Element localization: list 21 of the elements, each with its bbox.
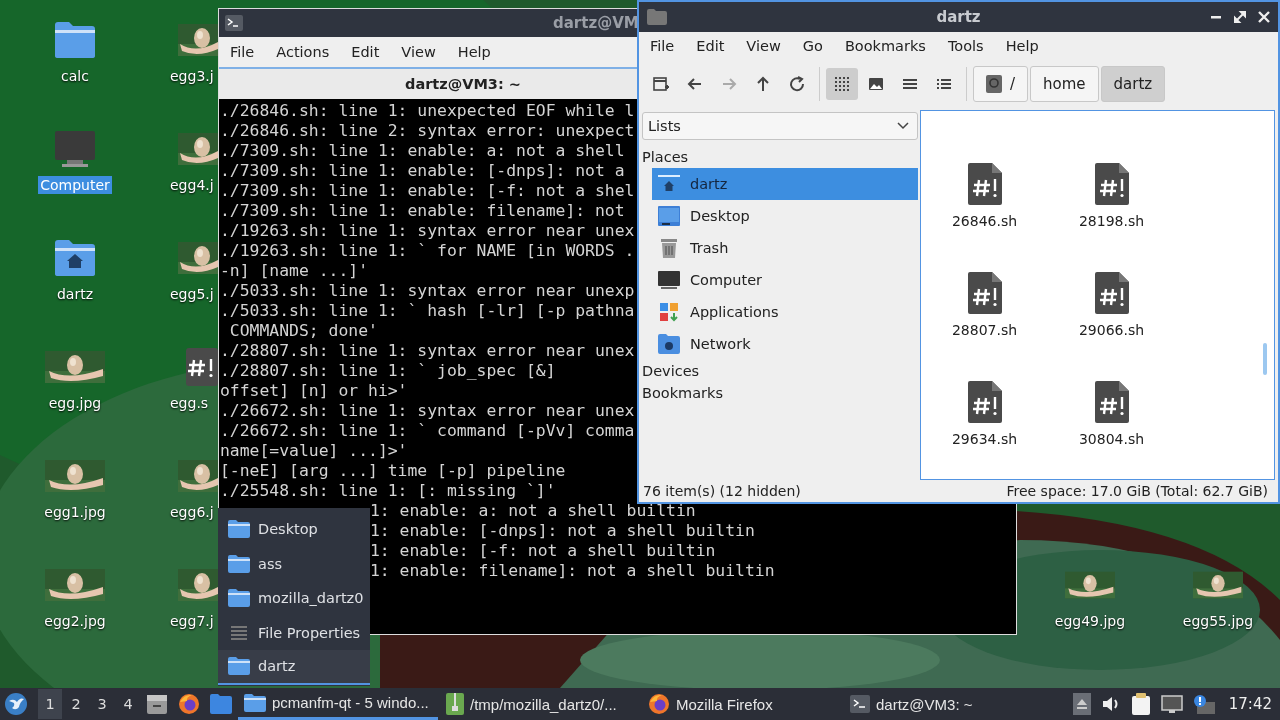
workspace-button[interactable]: 4 [116, 689, 140, 719]
task-button[interactable]: pcmanfm-qt - 5 windo... [238, 688, 438, 720]
workspace-button[interactable]: 2 [64, 689, 88, 719]
task-button[interactable]: /tmp/mozilla_dartz0/... [440, 688, 640, 720]
network-icon[interactable] [1160, 694, 1183, 714]
clock[interactable]: 17:42 [1228, 695, 1272, 713]
terminal-icon [850, 695, 870, 713]
clipboard-icon[interactable] [1130, 693, 1151, 715]
workspace-button[interactable]: 1 [38, 689, 62, 719]
workspace-button[interactable]: 3 [90, 689, 114, 719]
browser-icon[interactable] [178, 693, 200, 715]
bird-logo-icon[interactable] [4, 692, 28, 716]
eject-icon[interactable] [1072, 693, 1091, 715]
notification-icon[interactable] [1192, 694, 1215, 714]
archive-icon [446, 693, 464, 715]
task-button[interactable]: Mozilla Firefox [642, 688, 842, 720]
task-button[interactable]: dartz@VM3: ~ [844, 688, 1044, 720]
browser-icon [648, 693, 670, 715]
folder-icon[interactable] [210, 694, 232, 714]
file-cabinet-icon[interactable] [146, 693, 168, 715]
folder-icon [244, 693, 266, 712]
